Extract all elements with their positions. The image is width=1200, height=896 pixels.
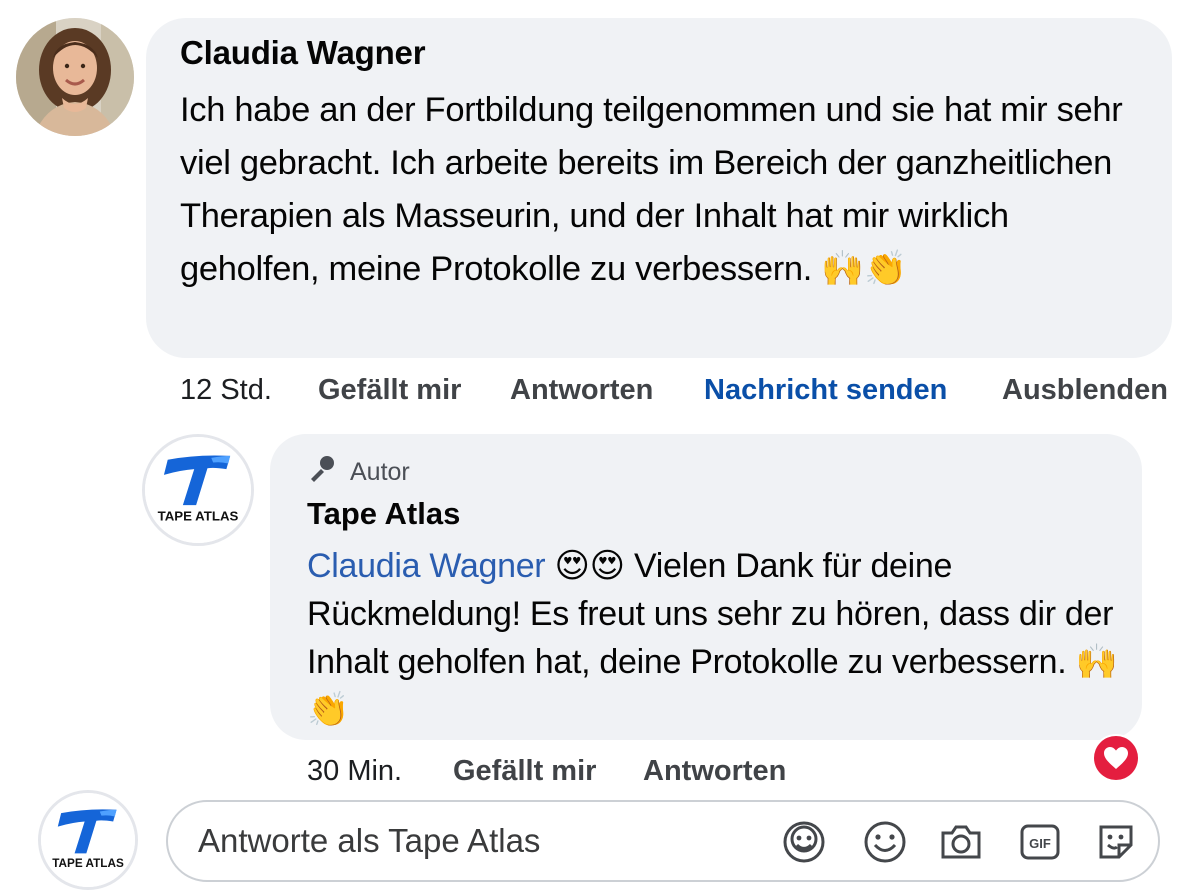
comment-author[interactable]: Claudia Wagner	[180, 34, 426, 72]
comment-body: Ich habe an der Fortbildung teilgenommen…	[180, 91, 1123, 288]
reply-button[interactable]: Antworten	[510, 374, 704, 407]
comment-timestamp[interactable]: 12 Std.	[180, 374, 318, 407]
reply-composer: GIF	[166, 800, 1160, 882]
send-message-button[interactable]: Nachricht senden	[704, 374, 1002, 407]
reply-reply-button[interactable]: Antworten	[643, 755, 786, 788]
svg-text:GIF: GIF	[1029, 836, 1051, 851]
reply-timestamp[interactable]: 30 Min.	[307, 755, 453, 788]
comment-actions: 12 Std. Gefällt mir Antworten Nachricht …	[180, 370, 1180, 410]
microphone-icon	[306, 452, 340, 493]
reply-text: Claudia Wagner 😍😍 Vielen Dank für deine …	[307, 542, 1127, 734]
heart-reaction[interactable]	[1092, 734, 1140, 782]
composer-avatar[interactable]: TAPE ATLAS	[38, 790, 138, 890]
mention-emoji: 😍😍	[554, 546, 626, 586]
gif-icon[interactable]: GIF	[1017, 819, 1063, 865]
mention-link[interactable]: Claudia Wagner	[307, 547, 546, 585]
avatar-tape-atlas[interactable]: TAPE ATLAS	[142, 434, 254, 546]
avatar-sticker-icon[interactable]	[781, 819, 827, 865]
composer-logo-text: TAPE ATLAS	[52, 857, 124, 870]
camera-icon[interactable]	[938, 819, 984, 865]
emoji-icon[interactable]	[862, 819, 908, 865]
heart-reaction-icon	[1094, 736, 1138, 780]
reply-author[interactable]: Tape Atlas	[307, 496, 460, 532]
reply-like-button[interactable]: Gefällt mir	[453, 755, 643, 788]
sticker-icon[interactable]	[1093, 819, 1139, 865]
comment-emoji: 🙌👏	[821, 249, 907, 289]
author-badge-label: Autor	[350, 458, 410, 486]
reply-input[interactable]	[198, 802, 758, 880]
avatar-claudia-wagner[interactable]	[16, 18, 134, 136]
like-button[interactable]: Gefällt mir	[318, 374, 510, 407]
logo-text: TAPE ATLAS	[158, 508, 239, 523]
hide-button[interactable]: Ausblenden	[1002, 374, 1168, 407]
comment-text: Ich habe an der Fortbildung teilgenommen…	[180, 84, 1155, 296]
reply-actions: 30 Min. Gefällt mir Antworten	[307, 751, 907, 791]
author-badge: Autor	[306, 452, 410, 493]
